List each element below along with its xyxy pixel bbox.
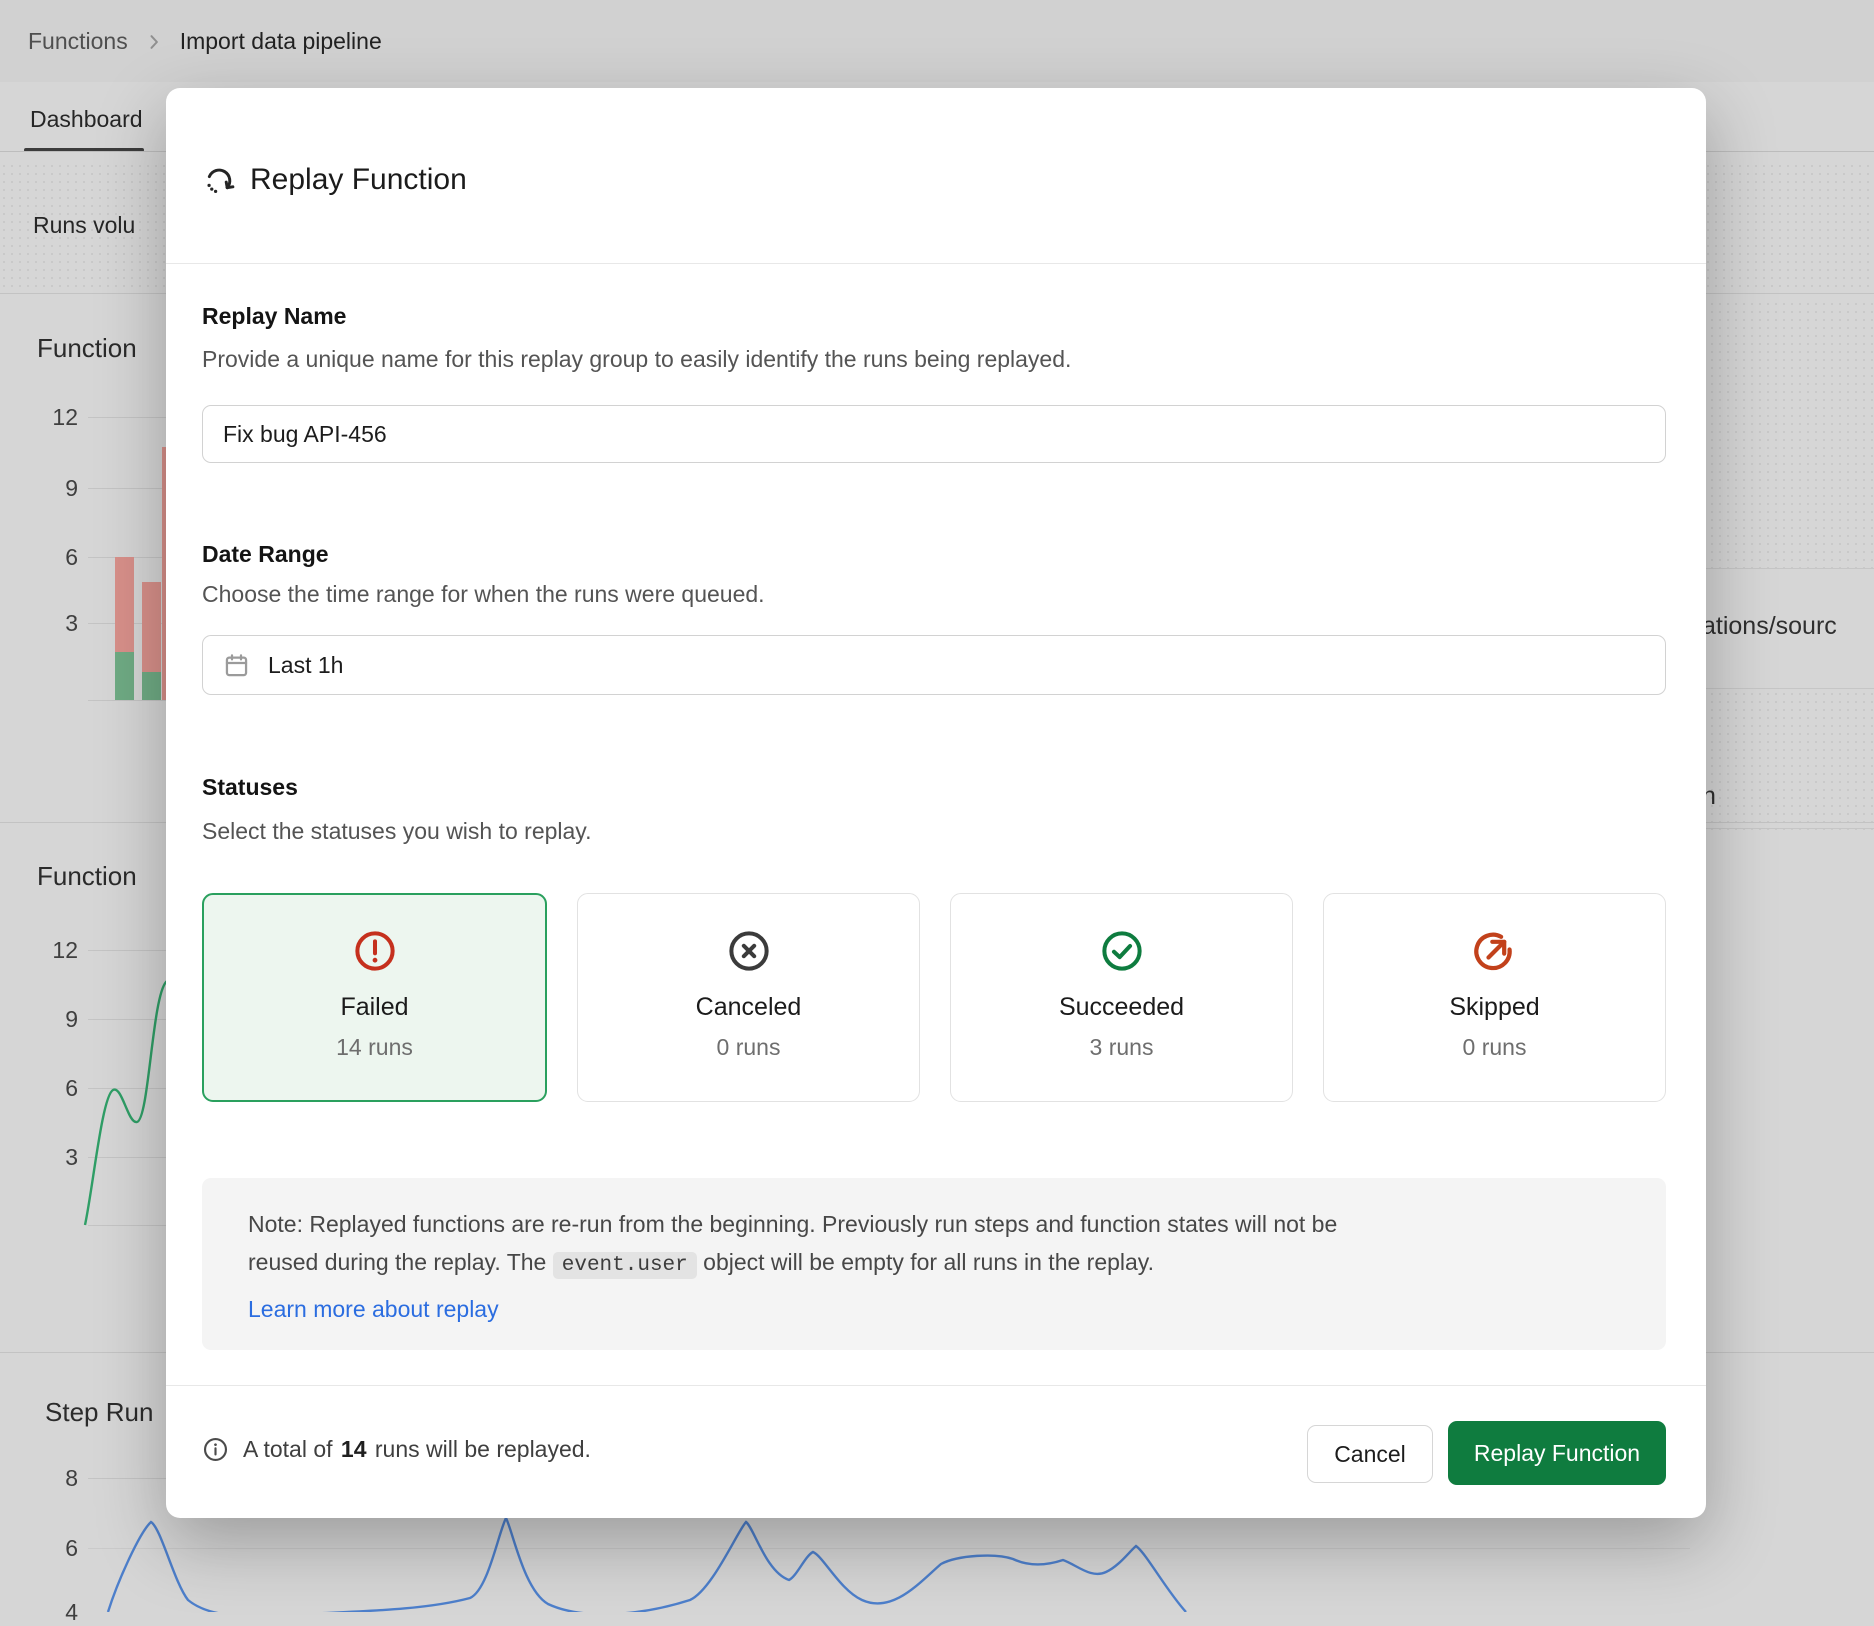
date-range-value: Last 1h (268, 652, 343, 679)
chart1-tick-3: 3 (28, 610, 78, 637)
code-chip: event.user (553, 1252, 697, 1279)
status-card-label: Failed (340, 993, 408, 1022)
right-list-item: ations/sourc (1702, 612, 1837, 641)
bar-failed-segment (115, 557, 134, 652)
info-icon (202, 1436, 229, 1463)
divider (166, 263, 1706, 264)
chart1-tick-12: 12 (28, 404, 78, 431)
replay-name-input[interactable] (202, 405, 1666, 463)
chart1-tick-9: 9 (28, 475, 78, 502)
status-card-count: 3 runs (1090, 1034, 1154, 1061)
summary-count: 14 (341, 1436, 367, 1462)
status-card-label: Skipped (1449, 993, 1539, 1022)
date-range-description: Choose the time range for when the runs … (202, 581, 765, 608)
status-card-count: 14 runs (336, 1034, 413, 1061)
tab-dashboard[interactable]: Dashboard (30, 106, 143, 133)
modal-title: Replay Function (250, 163, 467, 197)
bar-succeeded-segment (115, 652, 134, 700)
check-circle-icon (1099, 928, 1145, 974)
learn-more-link[interactable]: Learn more about replay (248, 1290, 499, 1328)
replay-icon (202, 163, 236, 197)
modal-header: Replay Function (202, 163, 467, 197)
divider (1700, 568, 1874, 569)
chart3-title: Step Run (45, 1397, 153, 1428)
alert-circle-icon (352, 928, 398, 974)
dotted-band (1700, 300, 1874, 568)
breadcrumb: Functions Import data pipeline (28, 28, 382, 55)
chart2-title: Function (37, 861, 137, 892)
status-cards: Failed 14 runs Canceled 0 runs Succeeded… (202, 893, 1666, 1102)
skip-arrow-icon (1472, 928, 1518, 974)
replay-name-label: Replay Name (202, 303, 346, 330)
breadcrumb-functions[interactable]: Functions (28, 28, 128, 55)
chevron-right-icon (144, 32, 164, 52)
breadcrumb-current: Import data pipeline (180, 28, 382, 55)
statuses-description: Select the statuses you wish to replay. (202, 818, 592, 845)
status-card-canceled[interactable]: Canceled 0 runs (577, 893, 920, 1102)
x-circle-icon (726, 928, 772, 974)
calendar-icon (223, 652, 250, 679)
bar-succeeded-segment (142, 672, 161, 700)
status-card-skipped[interactable]: Skipped 0 runs (1323, 893, 1666, 1102)
date-range-select[interactable]: Last 1h (202, 635, 1666, 695)
status-card-label: Canceled (696, 993, 802, 1022)
divider (1700, 688, 1874, 689)
replay-note: Note: Replayed functions are re-run from… (202, 1178, 1666, 1350)
footer-summary: A total of 14 runs will be replayed. (202, 1436, 591, 1463)
chart1-tick-6: 6 (28, 544, 78, 571)
divider (1700, 828, 1874, 829)
status-card-failed[interactable]: Failed 14 runs (202, 893, 547, 1102)
status-card-label: Succeeded (1059, 993, 1184, 1022)
replay-function-modal: Replay Function Replay Name Provide a un… (166, 88, 1706, 1518)
status-card-succeeded[interactable]: Succeeded 3 runs (950, 893, 1293, 1102)
summary-text: A total of 14 runs will be replayed. (243, 1436, 591, 1463)
chart1-title: Function (37, 333, 137, 364)
cancel-button[interactable]: Cancel (1307, 1425, 1433, 1483)
note-text: object will be empty for all runs in the… (697, 1249, 1154, 1275)
replay-function-button[interactable]: Replay Function (1448, 1421, 1666, 1485)
date-range-label: Date Range (202, 541, 329, 568)
status-card-count: 0 runs (717, 1034, 781, 1061)
bar-failed-segment (142, 582, 161, 672)
statuses-label: Statuses (202, 774, 298, 801)
dotted-band (1700, 690, 1874, 830)
replay-name-description: Provide a unique name for this replay gr… (202, 346, 1071, 373)
runs-volume-title: Runs volu (33, 212, 135, 239)
status-card-count: 0 runs (1463, 1034, 1527, 1061)
divider (166, 1385, 1706, 1386)
